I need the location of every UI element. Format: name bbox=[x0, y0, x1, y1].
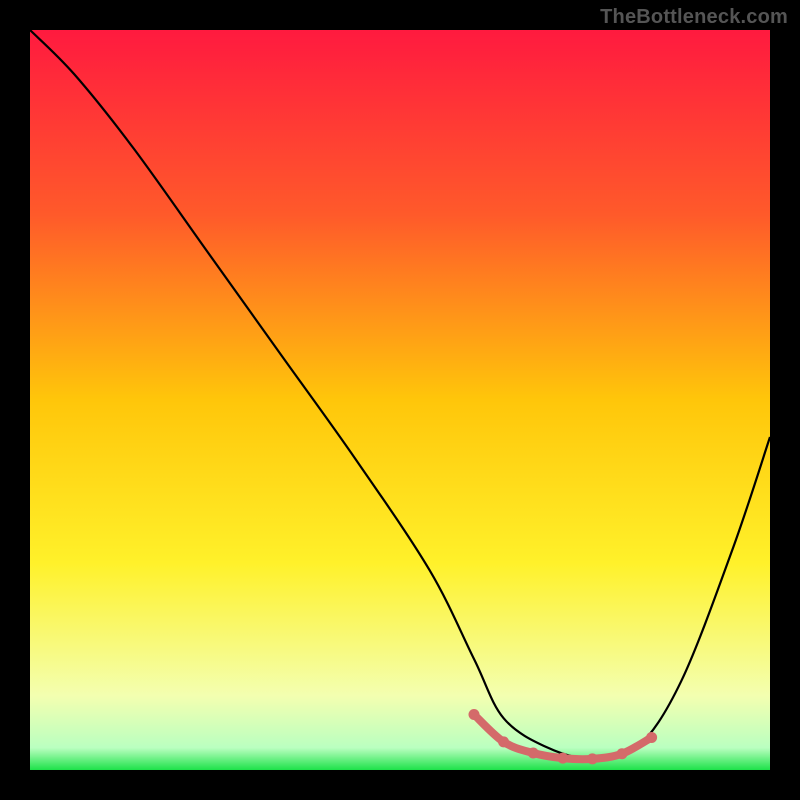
highlight-dot bbox=[587, 753, 598, 764]
highlight-dot bbox=[469, 709, 480, 720]
plot-area bbox=[30, 30, 770, 770]
gradient-background bbox=[30, 30, 770, 770]
highlight-dot bbox=[528, 747, 539, 758]
highlight-dot bbox=[617, 748, 628, 759]
chart-svg bbox=[30, 30, 770, 770]
highlight-dot bbox=[557, 753, 568, 764]
watermark-text: TheBottleneck.com bbox=[600, 6, 788, 29]
highlight-dot bbox=[646, 732, 657, 743]
chart-frame: TheBottleneck.com bbox=[0, 0, 800, 800]
highlight-dot bbox=[498, 736, 509, 747]
